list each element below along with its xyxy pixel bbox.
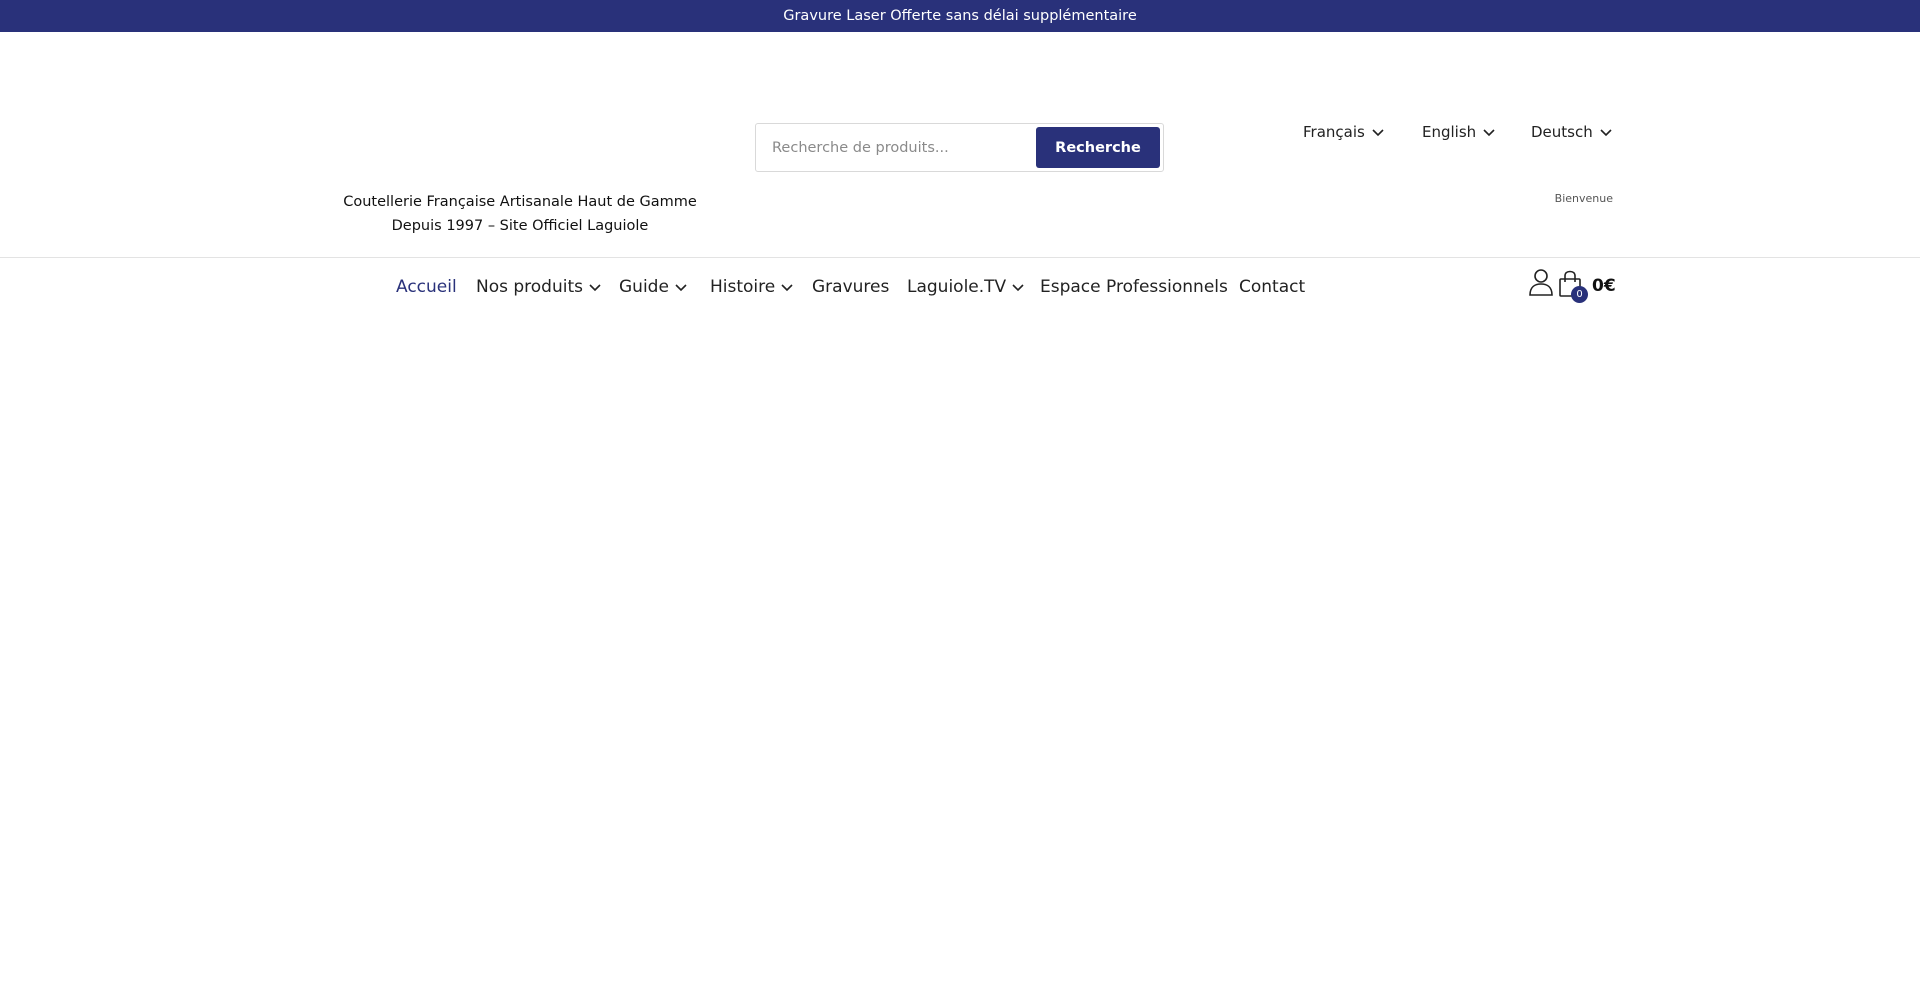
announcement-text: Gravure Laser Offerte sans délai supplém… [783,8,1137,24]
language-label: Deutsch [1531,123,1593,141]
nav-item-espace-professionnels[interactable]: Espace Professionnels [1040,277,1228,297]
language-english[interactable]: English [1422,123,1496,141]
cart-total[interactable]: 0€ [1592,276,1616,296]
tagline-line-1: Coutellerie Française Artisanale Haut de… [343,194,697,210]
nav-label: Contact [1239,277,1306,297]
search-input[interactable] [756,124,1036,171]
product-search: Recherche [755,123,1164,172]
tagline-line-2: Depuis 1997 – Site Officiel Laguiole [391,218,649,234]
site-tagline: Coutellerie Française Artisanale Haut de… [340,190,700,238]
nav-label: Histoire [710,277,776,297]
announcement-bar: Gravure Laser Offerte sans délai supplém… [0,0,1920,32]
language-deutsch[interactable]: Deutsch [1531,123,1613,141]
chevron-down-icon [1600,129,1612,137]
main-navigation: Accueil Nos produits Guide Histoire Grav… [0,259,1920,315]
search-button[interactable]: Recherche [1036,127,1160,168]
chevron-down-icon [1483,129,1495,137]
nav-label: Nos produits [476,277,583,297]
nav-item-accueil[interactable]: Accueil [396,277,457,297]
nav-item-guide[interactable]: Guide [619,277,688,297]
user-account-icon[interactable] [1528,268,1554,296]
nav-label: Guide [619,277,669,297]
cart-count-badge: 0 [1571,286,1588,303]
welcome-text: Bienvenue [1554,192,1613,205]
nav-label: Accueil [396,277,457,297]
nav-label: Espace Professionnels [1040,277,1228,297]
nav-label: Gravures [812,277,890,297]
language-francais[interactable]: Français [1303,123,1385,141]
language-label: English [1422,123,1477,141]
nav-item-nos-produits[interactable]: Nos produits [476,277,602,297]
chevron-down-icon [1012,284,1024,292]
nav-item-gravures[interactable]: Gravures [812,277,889,297]
chevron-down-icon [781,284,793,292]
chevron-down-icon [675,284,687,292]
nav-item-laguiole-tv[interactable]: Laguiole.TV [907,277,1025,297]
chevron-down-icon [1372,129,1384,137]
chevron-down-icon [589,284,601,292]
nav-item-contact[interactable]: Contact [1239,277,1305,297]
nav-label: Laguiole.TV [907,277,1007,297]
language-label: Français [1303,123,1365,141]
nav-item-histoire[interactable]: Histoire [710,277,794,297]
site-header: Coutellerie Française Artisanale Haut de… [0,32,1920,258]
